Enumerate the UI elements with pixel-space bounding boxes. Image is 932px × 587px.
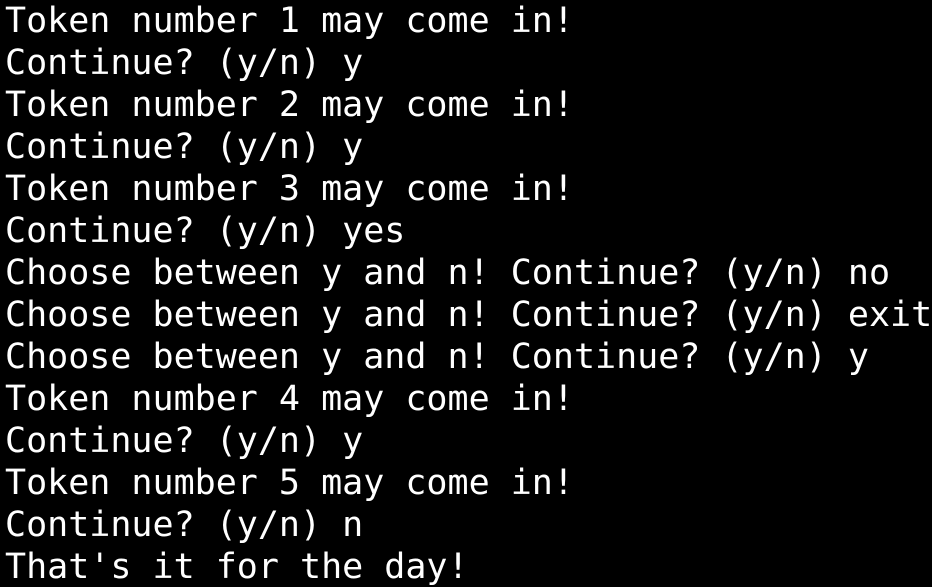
terminal-line: Token number 1 may come in!	[5, 1, 574, 41]
terminal-line: Token number 5 may come in!	[5, 463, 574, 503]
terminal-line: Token number 4 may come in!	[5, 379, 574, 419]
terminal-line: Continue? (y/n) n	[5, 505, 364, 545]
terminal-line: Continue? (y/n) y	[5, 43, 364, 83]
terminal-output: Token number 1 may come in! Continue? (y…	[0, 0, 932, 587]
terminal-line: Continue? (y/n) y	[5, 421, 364, 461]
terminal-line: Choose between y and n! Continue? (y/n) …	[5, 253, 891, 293]
terminal-line: Continue? (y/n) yes	[5, 211, 406, 251]
terminal-line: That's it for the day!	[5, 547, 469, 587]
terminal-line: Choose between y and n! Continue? (y/n) …	[5, 295, 932, 335]
terminal-line: Token number 2 may come in!	[5, 85, 574, 125]
terminal-line: Continue? (y/n) y	[5, 127, 364, 167]
terminal-line: Token number 3 may come in!	[5, 169, 574, 209]
terminal-line: Choose between y and n! Continue? (y/n) …	[5, 337, 869, 377]
